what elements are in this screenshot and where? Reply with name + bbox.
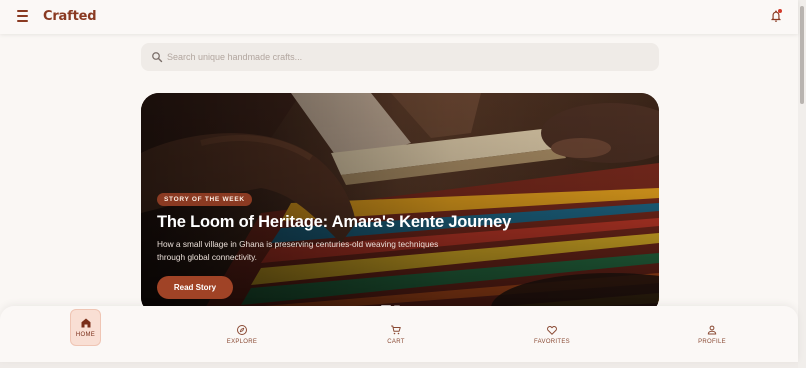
brand-logo[interactable]: Crafted (43, 9, 97, 24)
hamburger-icon (17, 10, 28, 12)
top-app-bar: Crafted (0, 0, 798, 34)
nav-profile[interactable]: PROFILE (695, 306, 729, 362)
menu-button[interactable] (17, 10, 29, 22)
notifications-button[interactable] (769, 9, 783, 23)
search-bar[interactable] (141, 43, 659, 71)
scrollbar-thumb[interactable] (800, 6, 804, 104)
nav-explore-label: EXPLORE (226, 338, 258, 345)
person-icon (707, 325, 717, 334)
story-title: The Loom of Heritage: Amara's Kente Jour… (157, 213, 512, 231)
home-icon (81, 318, 90, 328)
nav-profile-label: PROFILE (698, 338, 726, 345)
bottom-edge (0, 362, 798, 368)
bottom-navigation: HOME EXPLORE CART FAVORITES PROFILE (0, 306, 798, 362)
notification-dot (778, 9, 782, 13)
nav-home-label: HOME (75, 332, 96, 338)
search-input[interactable] (167, 43, 647, 71)
story-description: How a small village in Ghana is preservi… (157, 239, 439, 262)
featured-story-card[interactable]: STORY OF THE WEEK The Loom of Heritage: … (141, 93, 659, 315)
cart-icon (391, 325, 401, 334)
search-icon (152, 52, 163, 63)
read-story-button[interactable]: Read Story (157, 276, 233, 299)
nav-explore[interactable]: EXPLORE (222, 306, 262, 362)
nav-cart[interactable]: CART (380, 306, 412, 362)
heart-icon (547, 325, 557, 335)
nav-favorites[interactable]: FAVORITES (532, 306, 572, 362)
story-badge: STORY OF THE WEEK (157, 193, 252, 206)
nav-home[interactable]: HOME (70, 309, 101, 346)
nav-cart-label: CART (387, 338, 405, 345)
page-scrollbar[interactable] (798, 0, 806, 368)
nav-favorites-label: FAVORITES (534, 338, 570, 345)
compass-icon (237, 324, 247, 335)
